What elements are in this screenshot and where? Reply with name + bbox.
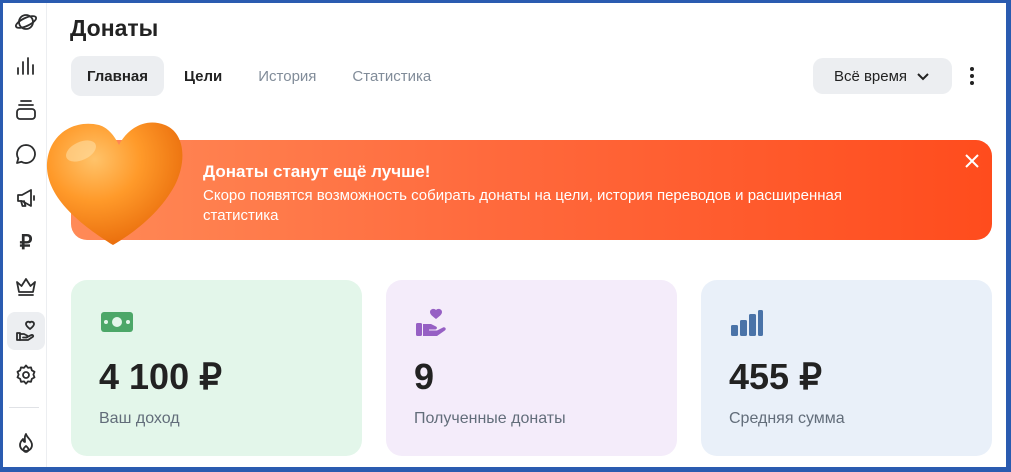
banner-title: Донаты станут ещё лучше! — [203, 162, 431, 181]
period-select-label: Всё время — [833, 67, 908, 85]
sidebar-item-chat[interactable] — [7, 135, 45, 173]
sidebar-divider — [9, 407, 39, 408]
tab-bar: Главная Цели История Статистика — [71, 56, 451, 96]
crown-icon — [16, 278, 36, 296]
megaphone-icon — [17, 189, 35, 207]
chevron-down-icon — [917, 73, 929, 81]
stat-card-donations: 9 Полученные донаты — [386, 280, 677, 456]
tab-statistics[interactable]: Статистика — [336, 56, 447, 96]
money-icon — [101, 312, 133, 332]
period-select[interactable]: Всё время — [813, 58, 952, 94]
banner-close-button[interactable] — [964, 153, 980, 169]
tab-history[interactable]: История — [242, 56, 332, 96]
bar-chart-icon — [731, 310, 763, 336]
more-options-button[interactable] — [961, 63, 983, 89]
fire-icon — [19, 433, 33, 453]
sidebar-item-stack[interactable] — [7, 91, 45, 129]
tab-goals[interactable]: Цели — [168, 56, 238, 96]
stat-card-average: 455 ₽ Средняя сумма — [701, 280, 992, 456]
stat-value: 9 — [414, 356, 435, 397]
sidebar-item-donations[interactable] — [7, 312, 45, 350]
planet-icon — [14, 14, 38, 30]
sidebar-item-megaphone[interactable] — [7, 179, 45, 217]
chat-icon — [16, 144, 36, 164]
stat-value: 4 100 ₽ — [99, 356, 222, 397]
promo-banner: Донаты станут ещё лучше! Скоро появятся … — [71, 140, 992, 240]
sidebar-item-crown[interactable] — [7, 267, 45, 305]
gear-icon — [16, 364, 36, 385]
sidebar-item-planet[interactable] — [7, 3, 45, 41]
sidebar-item-settings[interactable] — [7, 356, 45, 394]
stats-icon — [17, 57, 34, 75]
banner-text: Скоро появятся возможность собирать дона… — [203, 187, 843, 224]
sidebar-item-fire[interactable] — [7, 424, 45, 462]
tab-main[interactable]: Главная — [71, 56, 165, 96]
stat-card-income: 4 100 ₽ Ваш доход — [71, 280, 362, 456]
stat-label: Ваш доход — [99, 410, 180, 427]
donate-hand-icon — [16, 320, 35, 341]
dot-icon — [970, 81, 974, 85]
sidebar-item-stats[interactable] — [7, 47, 45, 85]
sidebar-item-ruble[interactable]: ₽ — [7, 223, 45, 261]
app-window: ₽ Донаты Главная Цели История Статистика… — [3, 3, 1006, 467]
stat-label: Средняя сумма — [729, 410, 845, 427]
ruble-icon: ₽ — [19, 231, 33, 254]
stat-label: Полученные донаты — [414, 410, 566, 427]
stat-value: 455 ₽ — [729, 356, 822, 397]
close-icon — [965, 154, 979, 168]
page-title: Донаты — [70, 15, 159, 41]
hand-heart-icon — [416, 308, 446, 336]
dot-icon — [970, 74, 974, 78]
heart-icon — [46, 122, 183, 245]
dot-icon — [970, 67, 974, 71]
stack-icon — [16, 100, 36, 120]
